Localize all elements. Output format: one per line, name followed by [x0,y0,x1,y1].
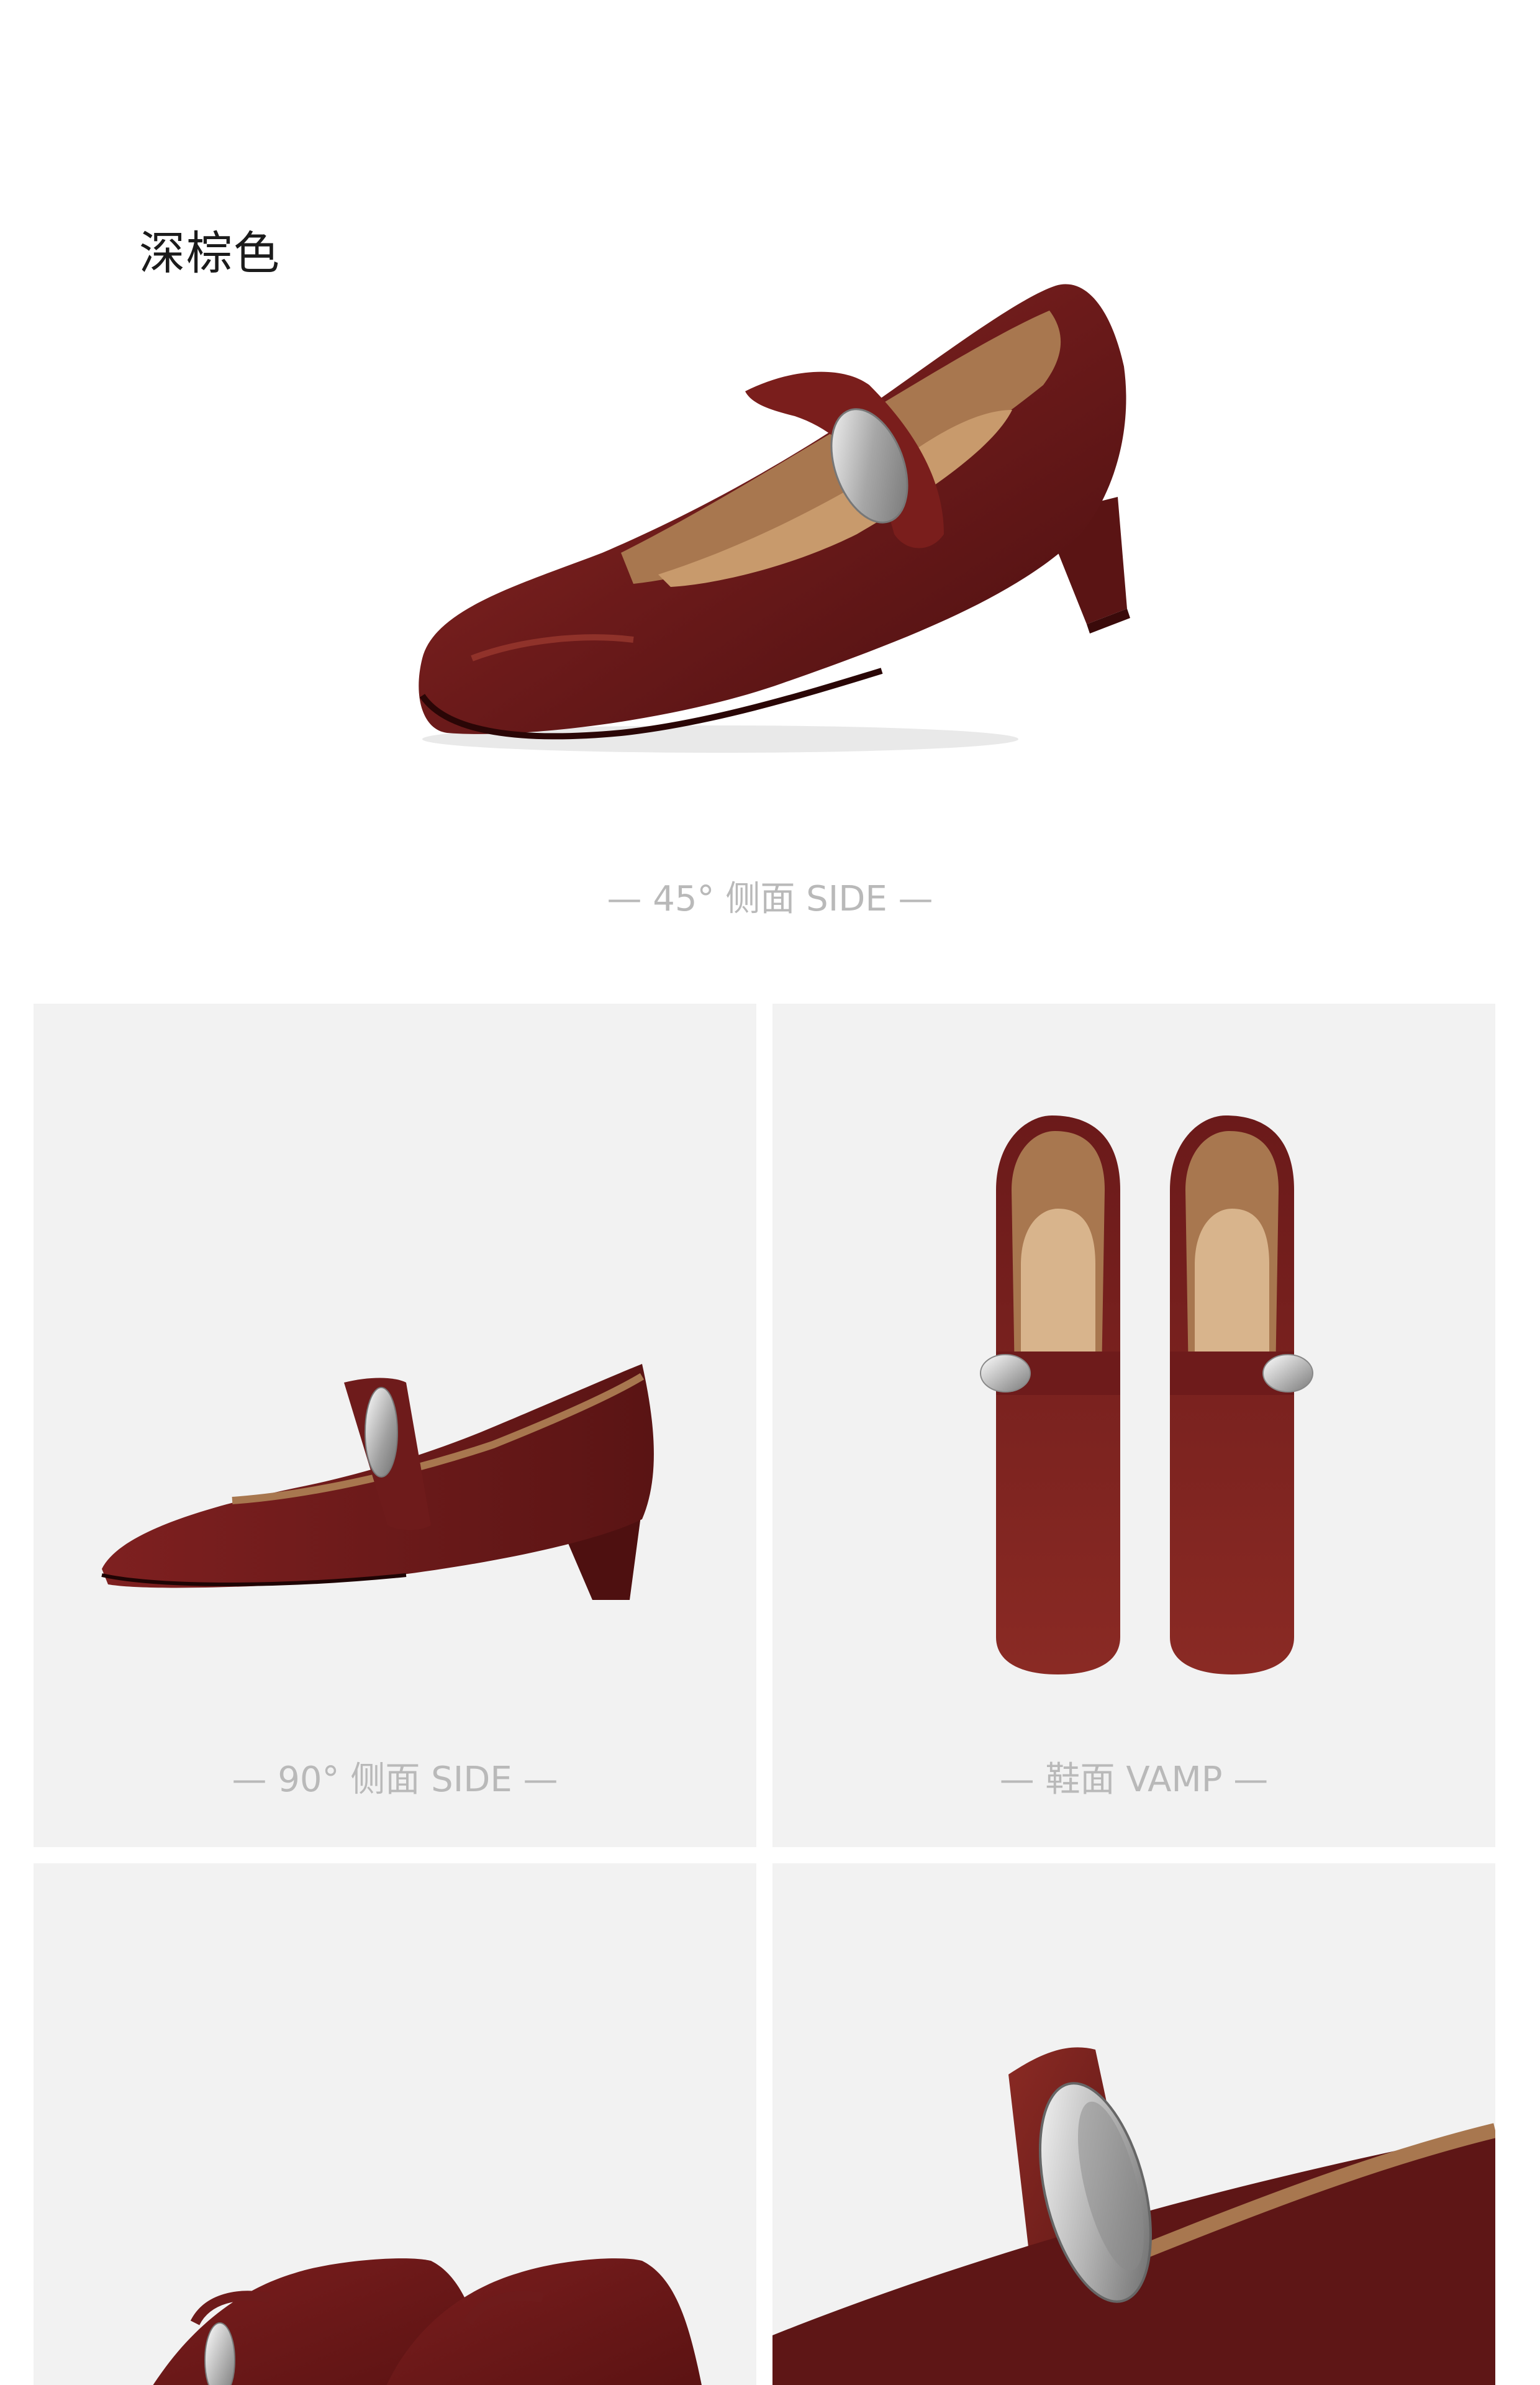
caption-90-side: — 90° 侧面 SIDE — [232,1760,558,1800]
shoe-vamp-image [772,1004,1495,1749]
buckle-detail-svg [772,2047,1495,2385]
shoe-vamp-svg [980,1115,1313,1674]
panel-vamp: — 鞋面 VAMP — [772,1004,1495,1847]
color-name-label: 深棕色 [139,227,281,280]
shoe-45-svg [419,284,1130,753]
panel-90-side: — 90° 侧面 SIDE — [34,1004,756,1847]
buckle-detail-image [772,1863,1495,2385]
caption-45-side: — 45° 侧面 SIDE — [607,879,933,919]
shoe-back-image [34,1863,756,2385]
shoe-45-degree-image [397,261,1143,770]
product-detail-page: 深棕色 — 45° 侧面 SIDE — — 90° 侧面 SIDE — — 鞋面… [0,0,1540,2385]
panel-buckle-detail [772,1863,1495,2385]
shoe-90-svg [101,1364,654,1600]
caption-vamp: — 鞋面 VAMP — [999,1760,1269,1800]
shoe-back-svg [153,2258,702,2385]
shoe-90-degree-image [96,1327,704,1625]
panel-back-view [34,1863,756,2385]
